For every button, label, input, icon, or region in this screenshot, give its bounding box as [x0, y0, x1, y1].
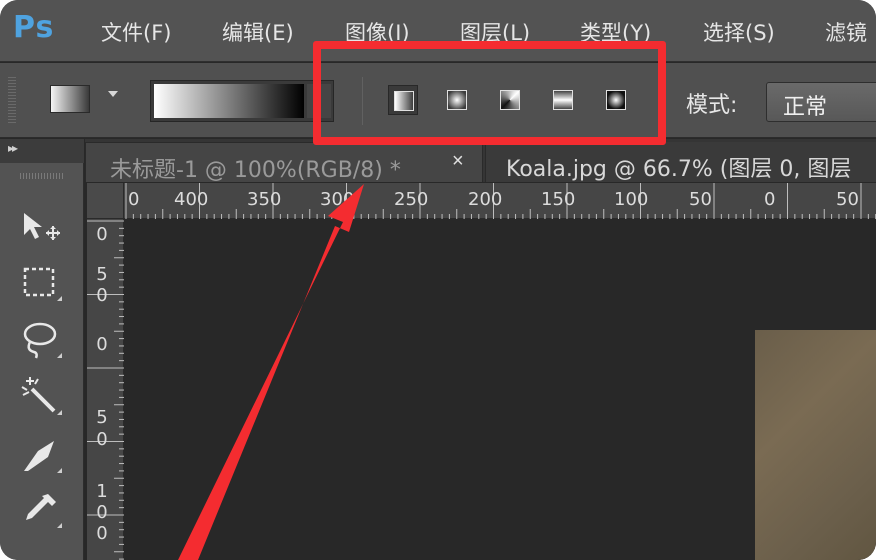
- ruler-label: 250: [394, 189, 429, 210]
- move-tool[interactable]: [18, 205, 66, 249]
- toolbox-header: ▸▸: [0, 139, 84, 163]
- collapse-panel-icon[interactable]: ▸▸: [8, 141, 18, 155]
- menu-file[interactable]: 文件(F): [101, 17, 171, 47]
- ruler-label: 0: [96, 523, 108, 544]
- ruler-label: 0: [96, 429, 108, 450]
- ruler-label: 350: [247, 189, 282, 210]
- marquee-tool[interactable]: [18, 261, 66, 305]
- document-tab-bar: 未标题-1 @ 100%(RGB/8) * × Koala.jpg @ 66.7…: [85, 139, 876, 183]
- toolbox: [0, 163, 84, 560]
- magic-wand-tool[interactable]: [18, 375, 66, 419]
- ruler-label: 0: [96, 224, 108, 245]
- preset-dropdown-arrow-icon[interactable]: [108, 91, 118, 97]
- close-icon[interactable]: ×: [452, 150, 464, 173]
- gradient-picker[interactable]: [150, 80, 334, 122]
- photoshop-logo: Ps: [13, 10, 55, 45]
- ruler-label: 0: [96, 334, 108, 355]
- ruler-label: 400: [174, 189, 209, 210]
- rectangular-marquee-icon: [23, 267, 62, 301]
- crop-tool[interactable]: [18, 433, 66, 477]
- radial-gradient-icon: [447, 90, 467, 110]
- reflected-gradient-icon: [553, 90, 573, 110]
- ruler-label: 0: [96, 285, 108, 306]
- gradient-tool-preset-icon[interactable]: [50, 85, 90, 113]
- options-bar: 模式: 正常: [0, 63, 876, 138]
- pen-tool-icon: [24, 441, 62, 473]
- ruler-label: 0: [96, 502, 108, 523]
- ruler-origin[interactable]: [87, 183, 124, 219]
- ruler-label: 50: [836, 189, 859, 210]
- photoshop-window: Ps 文件(F) 编辑(E) 图像(I) 图层(L) 类型(Y) 选择(S) 滤…: [0, 0, 876, 560]
- mode-select[interactable]: 正常: [766, 82, 876, 122]
- toolbox-grip[interactable]: [20, 173, 64, 179]
- angle-gradient-button[interactable]: [495, 85, 525, 115]
- ruler-label: 200: [468, 189, 503, 210]
- ruler-label: 0: [764, 189, 776, 210]
- ruler-label: 50: [689, 189, 712, 210]
- ruler-label-5: 5: [96, 407, 108, 428]
- ruler-label: 0: [128, 189, 140, 210]
- tab-untitled-1[interactable]: 未标题-1 @ 100%(RGB/8) * ×: [85, 142, 483, 183]
- lasso-tool[interactable]: [18, 318, 66, 362]
- gradient-swatch[interactable]: [154, 84, 304, 118]
- mode-label: 模式:: [686, 93, 738, 118]
- diamond-gradient-icon: [606, 90, 626, 110]
- angle-gradient-icon: [500, 90, 520, 110]
- move-tool-icon: [24, 213, 60, 240]
- diamond-gradient-button[interactable]: [601, 85, 631, 115]
- ruler-label: 300: [320, 189, 355, 210]
- radial-gradient-button[interactable]: [442, 85, 472, 115]
- mode-value: 正常: [783, 95, 828, 120]
- magic-wand-icon: [21, 377, 62, 415]
- ruler-label-5: 5: [96, 264, 108, 285]
- menu-edit[interactable]: 编辑(E): [222, 17, 294, 47]
- lasso-icon: [23, 322, 62, 359]
- horizontal-ruler[interactable]: 0 400 350 300 250 200 150 100 50 0 50: [124, 183, 876, 219]
- gradient-picker-dropdown[interactable]: [307, 84, 331, 118]
- menu-type[interactable]: 类型(Y): [580, 17, 651, 47]
- ruler-label-1: 1: [96, 481, 108, 502]
- menu-bar: Ps 文件(F) 编辑(E) 图像(I) 图层(L) 类型(Y) 选择(S) 滤…: [0, 0, 876, 62]
- tab-label: 未标题-1 @ 100%(RGB/8) *: [110, 158, 401, 183]
- eyedropper-icon: [26, 494, 62, 528]
- menu-layer[interactable]: 图层(L): [460, 17, 530, 47]
- ruler-label: 100: [614, 189, 649, 210]
- document-canvas[interactable]: [125, 220, 876, 560]
- eyedropper-tool[interactable]: [18, 488, 66, 532]
- menu-select[interactable]: 选择(S): [703, 17, 775, 47]
- reflected-gradient-button[interactable]: [548, 85, 578, 115]
- vertical-ruler[interactable]: 0 5 0 0 5 0 1 0 0: [87, 219, 124, 560]
- koala-image-edge: [755, 330, 876, 560]
- linear-gradient-button[interactable]: [388, 85, 418, 115]
- tab-label: Koala.jpg @ 66.7% (图层 0, 图层: [506, 157, 852, 182]
- options-bar-grip[interactable]: [8, 77, 16, 125]
- linear-gradient-icon: [394, 91, 414, 111]
- menu-filter[interactable]: 滤镜: [825, 17, 867, 47]
- ruler-label: 150: [541, 189, 576, 210]
- menu-image[interactable]: 图像(I): [345, 17, 410, 47]
- divider: [665, 77, 666, 125]
- tab-koala[interactable]: Koala.jpg @ 66.7% (图层 0, 图层: [485, 142, 876, 182]
- divider: [362, 77, 363, 125]
